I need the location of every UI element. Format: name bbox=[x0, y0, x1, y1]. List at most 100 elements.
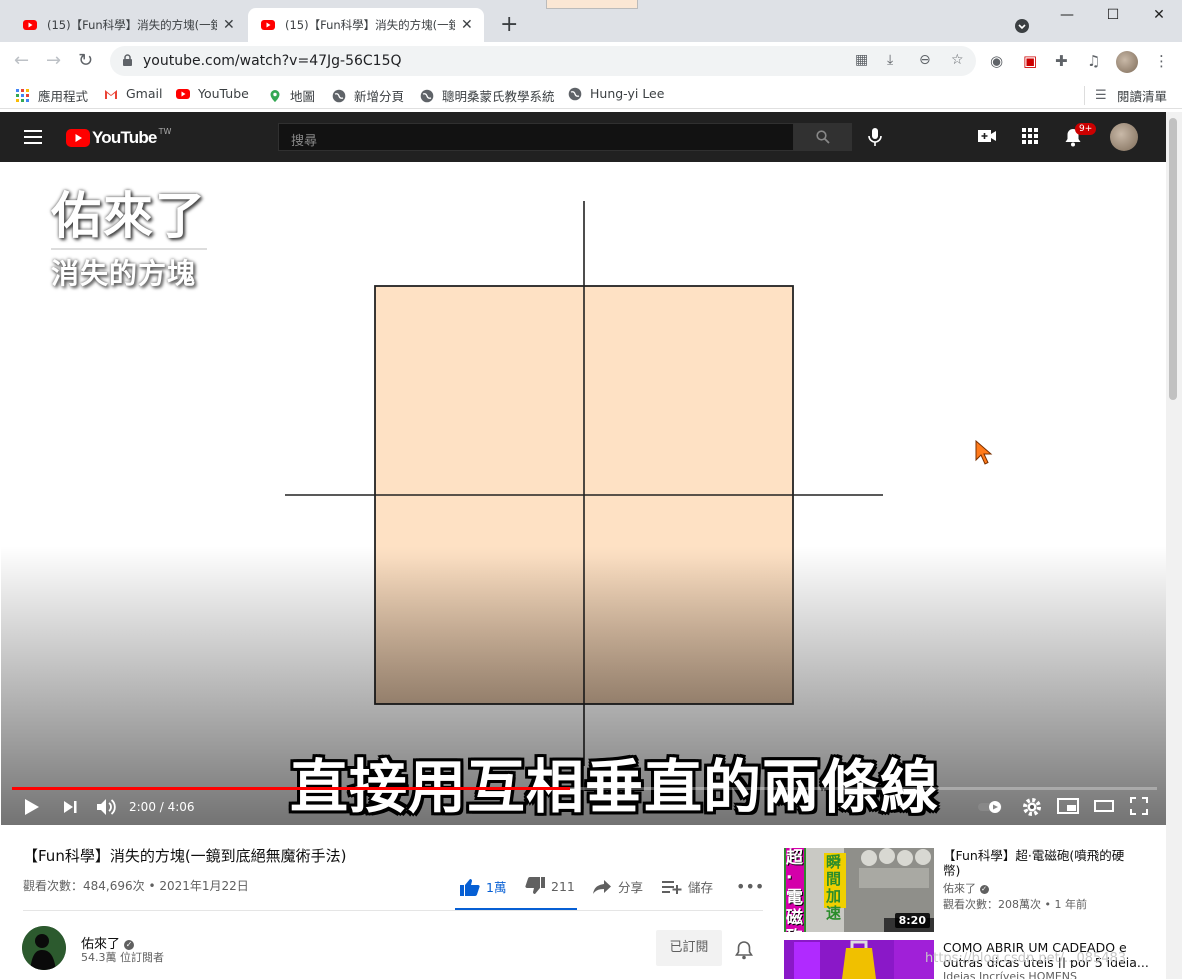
notification-count-badge: 9+ bbox=[1075, 123, 1097, 135]
settings-gear-icon[interactable] bbox=[1022, 797, 1042, 817]
more-actions-icon[interactable]: ••• bbox=[736, 877, 764, 896]
time-display: 2:00 / 4:06 bbox=[129, 800, 195, 814]
bookmark-newtab[interactable]: 新增分頁 bbox=[332, 86, 404, 105]
globe-icon bbox=[420, 89, 434, 102]
extensions-puzzle-icon[interactable]: ✚ bbox=[1055, 52, 1068, 70]
extension-shield-icon[interactable]: ▣ bbox=[1023, 52, 1037, 70]
apps-grid-icon bbox=[16, 88, 29, 102]
zoom-icon[interactable]: ⊖ bbox=[919, 52, 931, 68]
bookmark-label: Gmail bbox=[126, 86, 163, 101]
tab-close-icon[interactable]: ✕ bbox=[461, 17, 473, 33]
scrollbar-thumb[interactable] bbox=[1169, 118, 1177, 400]
tab-close-icon[interactable]: ✕ bbox=[223, 17, 235, 33]
tab-2-active[interactable]: (15)【Fun科學】消失的方塊(一鏡到底絕無魔術手法) ✕ bbox=[248, 8, 484, 42]
channel-watermark: 佑來了 消失的方塊 bbox=[51, 188, 207, 292]
tab-strip: (15)【Fun科學】消失的方塊(一鏡到底絕無魔術手法) ✕ (15)【Fun科… bbox=[0, 0, 1182, 42]
mouse-cursor-icon bbox=[975, 440, 993, 465]
thumbnail-overlay-tag: 瞬間加速 bbox=[826, 853, 842, 922]
chrome-menu-icon[interactable]: ⋮ bbox=[1154, 52, 1169, 70]
address-bar[interactable]: youtube.com/watch?v=47Jg-56C15Q ▦ ⤓ ⊖ ☆ bbox=[110, 46, 976, 76]
player-controls: 2:00 / 4:06 bbox=[1, 792, 1166, 825]
related-thumbnail-1[interactable]: 超·電磁砲 瞬間加速 8:20 bbox=[784, 848, 934, 932]
search-input[interactable]: 搜尋 bbox=[278, 123, 794, 151]
subscriber-count: 54.3萬 位訂閱者 bbox=[81, 951, 164, 964]
bookmark-label: 地圖 bbox=[290, 89, 316, 104]
watermark-title: 佑來了 bbox=[51, 187, 207, 245]
search-button[interactable] bbox=[794, 123, 852, 151]
thumbnail-overlay-title: 超·電磁砲 bbox=[786, 848, 804, 932]
channel-bell-icon[interactable] bbox=[735, 940, 753, 960]
url-text: youtube.com/watch?v=47Jg-56C15Q bbox=[143, 53, 402, 69]
save-button[interactable]: 儲存 bbox=[662, 877, 713, 896]
channel-avatar[interactable] bbox=[22, 926, 66, 970]
fullscreen-icon[interactable] bbox=[1130, 797, 1148, 815]
theater-mode-icon[interactable] bbox=[1094, 797, 1114, 815]
maps-pin-icon bbox=[270, 89, 280, 102]
next-video-icon[interactable] bbox=[62, 797, 80, 817]
reload-icon[interactable]: ↻ bbox=[78, 50, 93, 71]
create-video-icon[interactable] bbox=[977, 127, 997, 145]
autoplay-toggle-icon[interactable] bbox=[977, 800, 1005, 814]
video-duration: 8:20 bbox=[894, 913, 930, 928]
share-button[interactable]: 分享 bbox=[592, 877, 643, 896]
bookmarks-bar: 應用程式 Gmail YouTube 地圖 新增分頁 聰明桑蒙氏教學系統 Hun… bbox=[0, 80, 1182, 109]
extension-circle-icon[interactable]: ◉ bbox=[990, 52, 1003, 70]
qr-code-icon[interactable]: ▦ bbox=[855, 52, 868, 68]
microphone-icon[interactable] bbox=[864, 125, 886, 149]
bookmark-teaching[interactable]: 聰明桑蒙氏教學系統 bbox=[420, 86, 555, 105]
tab-1[interactable]: (15)【Fun科學】消失的方塊(一鏡到底絕無魔術手法) ✕ bbox=[10, 8, 246, 42]
bookmark-apps[interactable]: 應用程式 bbox=[16, 86, 88, 105]
subscribed-button[interactable]: 已訂閱 bbox=[656, 930, 722, 966]
thumbs-down-icon bbox=[525, 877, 545, 894]
maximize-icon[interactable]: ☐ bbox=[1090, 0, 1136, 32]
profile-avatar[interactable] bbox=[1116, 51, 1138, 73]
youtube-logo[interactable]: YouTube TW bbox=[66, 127, 171, 148]
bookmark-gmail[interactable]: Gmail bbox=[104, 86, 162, 101]
new-tab-button[interactable]: + bbox=[500, 14, 518, 36]
youtube-icon bbox=[176, 88, 190, 99]
volume-icon[interactable] bbox=[96, 797, 118, 817]
bookmark-star-icon[interactable]: ☆ bbox=[951, 52, 964, 68]
media-control-icon[interactable]: ♫ bbox=[1087, 52, 1100, 70]
youtube-play-logo-icon bbox=[66, 129, 90, 147]
back-icon[interactable]: ← bbox=[14, 50, 29, 71]
tab-search-icon[interactable] bbox=[1014, 18, 1030, 34]
related-thumbnail-image bbox=[784, 940, 934, 979]
close-window-icon[interactable]: ✕ bbox=[1136, 0, 1182, 32]
account-avatar[interactable] bbox=[1110, 123, 1138, 151]
channel-avatar-image bbox=[22, 926, 66, 970]
bookmark-label: 新增分頁 bbox=[354, 89, 405, 104]
browser-toolbar: ← → ↻ youtube.com/watch?v=47Jg-56C15Q ▦ … bbox=[0, 42, 1182, 80]
related-channel-name[interactable]: Ideias Incríveis HOMENS bbox=[943, 971, 1077, 979]
bookmark-hungyi[interactable]: Hung-yi Lee bbox=[568, 86, 664, 101]
related-title[interactable]: 【Fun科學】超·電磁砲(噴飛的硬幣) bbox=[943, 848, 1133, 878]
miniplayer-icon[interactable] bbox=[1057, 797, 1079, 815]
bookmark-maps[interactable]: 地圖 bbox=[268, 86, 315, 105]
like-button[interactable]: 1萬 bbox=[460, 877, 506, 896]
reading-list-button[interactable]: ☰ 閱讀清單 bbox=[1084, 86, 1167, 105]
bookmark-label: 應用程式 bbox=[38, 89, 89, 104]
share-label: 分享 bbox=[618, 880, 644, 895]
play-icon[interactable] bbox=[23, 797, 41, 817]
share-arrow-icon bbox=[593, 879, 611, 894]
install-icon[interactable]: ⤓ bbox=[887, 52, 893, 68]
hamburger-menu-icon[interactable] bbox=[24, 130, 42, 144]
progress-bar[interactable] bbox=[12, 787, 1157, 790]
forward-icon[interactable]: → bbox=[46, 50, 61, 71]
gmail-icon bbox=[105, 89, 117, 99]
reading-list-icon: ☰ bbox=[1095, 87, 1107, 103]
dislike-button[interactable]: 211 bbox=[525, 877, 575, 895]
page-scrollbar[interactable] bbox=[1166, 112, 1182, 979]
playlist-add-icon bbox=[662, 880, 682, 894]
minimize-icon[interactable]: — bbox=[1044, 0, 1090, 32]
verified-badge-icon: ✓ bbox=[124, 939, 135, 950]
related-thumbnail-2[interactable] bbox=[784, 940, 934, 979]
lock-icon[interactable] bbox=[122, 54, 133, 67]
verified-badge-icon: ✓ bbox=[979, 884, 989, 894]
video-player[interactable]: 佑來了 消失的方塊 直接用互相垂直的兩條線 2:00 / 4:06 bbox=[1, 166, 1166, 825]
bookmark-youtube[interactable]: YouTube bbox=[176, 86, 249, 101]
youtube-masthead: YouTube TW 搜尋 9+ bbox=[0, 112, 1166, 162]
csdn-watermark: https://blog.csdn.net/...085483 bbox=[925, 951, 1127, 966]
apps-icon[interactable] bbox=[1021, 127, 1039, 145]
related-channel[interactable]: 佑來了 ✓ bbox=[943, 880, 989, 896]
